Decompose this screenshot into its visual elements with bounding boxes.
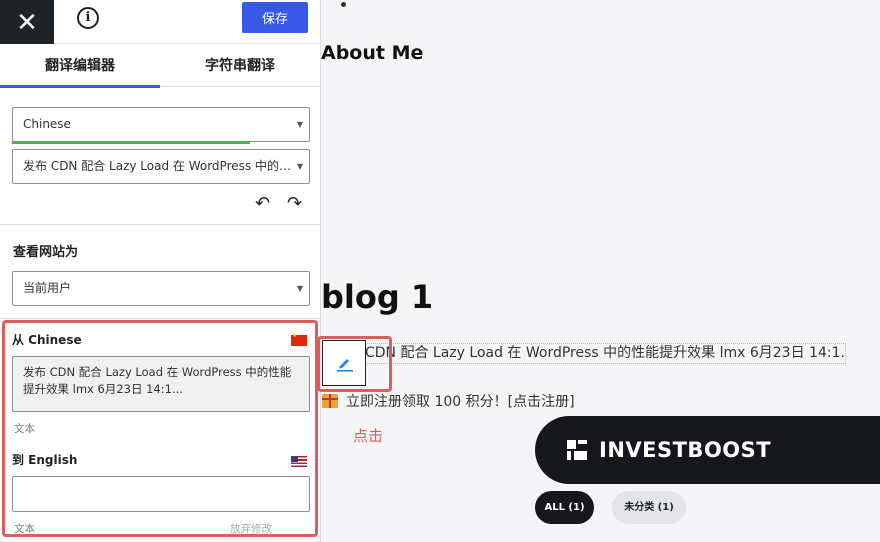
- filter-uncategorized-button[interactable]: 未分类 (1): [612, 491, 686, 524]
- view-as-select-value: 当前用户: [23, 281, 72, 295]
- brand-banner: INVESTBOOST: [535, 416, 880, 484]
- promo-link[interactable]: 立即注册领取 100 积分！[点击注册]: [322, 391, 575, 411]
- target-language-label: 到 English: [12, 453, 78, 467]
- source-language-label: 从 Chinese: [12, 333, 82, 347]
- blog-title: blog 1: [321, 278, 434, 316]
- language-progress-bar: [12, 141, 251, 144]
- brand-name: INVESTBOOST: [599, 438, 772, 462]
- pencil-icon: [337, 359, 353, 372]
- translation-editor-panel: ✕ i 保存 翻译编辑器 字符串翻译 Chinese ▼ 发布 CDN 配合 L…: [0, 0, 321, 542]
- edit-translation-button[interactable]: [322, 340, 366, 386]
- translatable-post-text[interactable]: CDN 配合 Lazy Load 在 WordPress 中的性能提升效果 lm…: [364, 343, 846, 364]
- string-select-value: 发布 CDN 配合 Lazy Load 在 WordPress 中的性能...: [23, 159, 291, 173]
- source-type-label: 文本: [14, 423, 35, 435]
- china-flag-icon: [291, 332, 307, 346]
- save-button[interactable]: 保存: [242, 2, 308, 33]
- list-bullet: [341, 2, 346, 7]
- post-text: CDN 配合 Lazy Load 在 WordPress 中的性能提升效果 lm…: [365, 345, 846, 361]
- gift-icon: [322, 394, 338, 408]
- string-select[interactable]: 发布 CDN 配合 Lazy Load 在 WordPress 中的性能... …: [12, 149, 310, 184]
- about-heading: About Me: [321, 42, 424, 64]
- chevron-down-icon: ▼: [296, 120, 303, 129]
- undo-icon[interactable]: ↶: [255, 193, 270, 214]
- close-icon: ✕: [16, 7, 38, 37]
- language-select-value: Chinese: [23, 117, 71, 131]
- click-annotation: 点击: [353, 427, 384, 445]
- chevron-down-icon: ▼: [296, 162, 303, 171]
- chevron-down-icon: ▼: [296, 284, 303, 293]
- view-as-select[interactable]: 当前用户 ▼: [12, 271, 310, 306]
- editor-tabs: 翻译编辑器 字符串翻译: [0, 44, 320, 88]
- us-flag-icon: [291, 456, 307, 467]
- divider: [0, 318, 320, 319]
- translation-input[interactable]: [12, 476, 310, 512]
- info-icon[interactable]: i: [77, 7, 99, 29]
- redo-icon[interactable]: ↷: [287, 193, 302, 214]
- divider: [0, 224, 320, 225]
- tab-string-translation[interactable]: 字符串翻译: [160, 44, 320, 87]
- discard-changes-link[interactable]: 放弃修改: [230, 521, 272, 536]
- target-type-label: 文本: [14, 523, 35, 535]
- brand-logo-icon: [567, 440, 587, 460]
- filter-all-button[interactable]: ALL (1): [535, 491, 594, 524]
- source-text-box: 发布 CDN 配合 Lazy Load 在 WordPress 中的性能提升效果…: [12, 356, 310, 412]
- close-button[interactable]: ✕: [0, 0, 54, 44]
- editor-topbar: ✕ i 保存: [0, 0, 320, 44]
- tab-translation-editor[interactable]: 翻译编辑器: [0, 44, 160, 88]
- language-select[interactable]: Chinese ▼: [12, 107, 310, 142]
- view-as-label: 查看网站为: [13, 245, 79, 260]
- promo-text: 立即注册领取 100 积分！[点击注册]: [346, 394, 575, 410]
